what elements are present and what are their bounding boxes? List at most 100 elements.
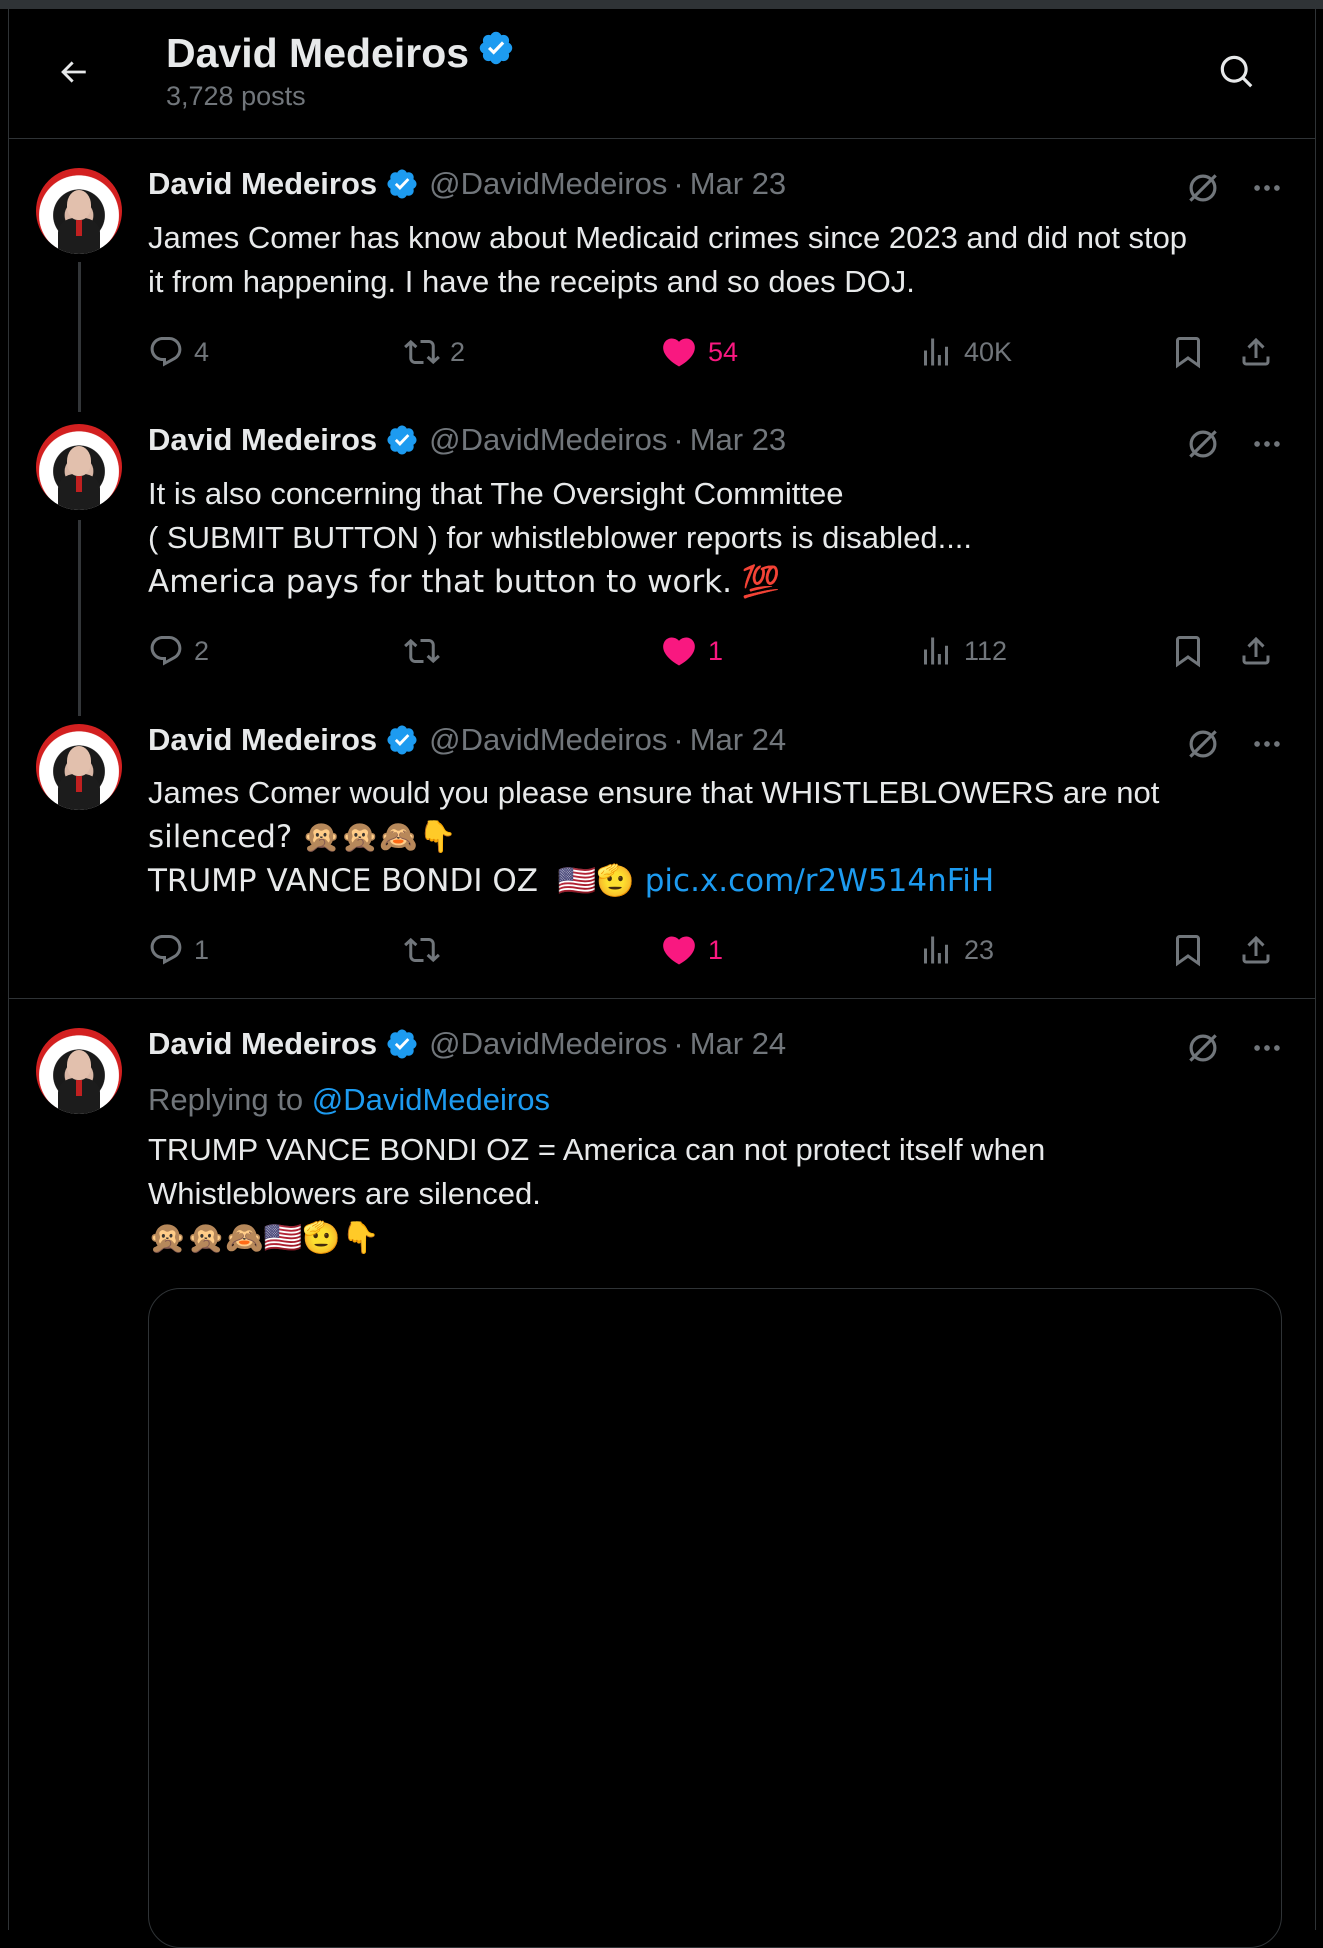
post-count: 3,728 posts: [166, 81, 306, 111]
post-text-line: 🙊🙊🙈🇺🇸🫡👇: [148, 1220, 380, 1256]
view-count: 40K: [964, 336, 1013, 367]
views-button[interactable]: 40K: [918, 330, 1012, 374]
avatar[interactable]: [36, 1028, 122, 1114]
profile-name: David Medeiros: [166, 29, 515, 77]
media-link[interactable]: pic.x.com/r2W514nFiH: [645, 863, 994, 899]
like-count: 1: [708, 635, 724, 666]
grok-button[interactable]: [1181, 166, 1225, 210]
share-button[interactable]: [1238, 629, 1274, 673]
bookmark-icon: [1176, 337, 1200, 369]
author-name[interactable]: David Medeiros: [148, 722, 377, 758]
reply-count: 4: [194, 336, 210, 367]
post-text-line: James Comer would you please ensure that…: [148, 775, 1160, 810]
post-header: David Medeiros @DavidMedeiros · Mar 23: [148, 422, 786, 458]
post-header: David Medeiros @DavidMedeiros · Mar 23: [148, 166, 786, 202]
replying-to-handle[interactable]: @DavidMedeiros: [312, 1082, 550, 1117]
verified-badge-icon: [385, 1027, 419, 1061]
more-options-button[interactable]: [1245, 722, 1289, 766]
share-icon: [1242, 636, 1270, 665]
views-button[interactable]: 112: [918, 629, 1007, 673]
grok-button[interactable]: [1181, 1026, 1225, 1070]
author-name[interactable]: David Medeiros: [148, 422, 377, 458]
arrow-left-icon: [61, 61, 86, 83]
views-button[interactable]: 23: [918, 928, 994, 972]
repost-icon: [404, 339, 440, 365]
post-date[interactable]: Mar 23: [690, 166, 786, 202]
more-options-button[interactable]: [1245, 422, 1289, 466]
grok-icon: [1189, 730, 1217, 758]
like-button[interactable]: 1: [660, 928, 723, 972]
bookmark-button[interactable]: [1170, 928, 1206, 972]
grok-button[interactable]: [1181, 422, 1225, 466]
profile-name-text: David Medeiros: [166, 29, 470, 76]
avatar[interactable]: [36, 724, 122, 810]
replying-to-label: Replying to: [148, 1082, 312, 1117]
reply-icon: [150, 935, 182, 965]
avatar[interactable]: [36, 168, 122, 254]
post-text-line: James Comer has know about Medicaid crim…: [148, 220, 1188, 255]
author-name[interactable]: David Medeiros: [148, 166, 377, 202]
back-button[interactable]: [46, 45, 100, 99]
reply-icon: [150, 337, 182, 367]
author-handle[interactable]: @DavidMedeiros: [429, 722, 667, 758]
like-button[interactable]: 54: [660, 330, 738, 374]
reply-button[interactable]: 2: [148, 629, 209, 673]
more-icon: [1254, 185, 1280, 191]
analytics-icon: [924, 936, 948, 964]
repost-button[interactable]: [404, 629, 450, 673]
thread-connector: [78, 520, 81, 716]
like-count: 54: [708, 336, 739, 367]
post-actions: 1 1 23: [148, 928, 1278, 972]
thread-connector: [78, 262, 81, 412]
repost-button[interactable]: [404, 928, 450, 972]
view-count: 23: [964, 934, 995, 965]
post-date[interactable]: Mar 23: [690, 422, 786, 458]
more-icon: [1254, 741, 1280, 747]
post-text-line: TRUMP VANCE BONDI OZ = America can not p…: [148, 1132, 1046, 1167]
grok-icon: [1189, 174, 1217, 202]
bookmark-button[interactable]: [1170, 330, 1206, 374]
post-actions: 4 2 54 40K: [148, 330, 1278, 374]
analytics-icon: [924, 338, 948, 366]
author-name[interactable]: David Medeiros: [148, 1026, 377, 1062]
separator-dot: ·: [673, 722, 684, 757]
more-options-button[interactable]: [1245, 1026, 1289, 1070]
share-icon: [1242, 935, 1270, 964]
window-top-strip: [0, 0, 1323, 9]
more-icon: [1254, 1045, 1280, 1051]
bookmark-icon: [1176, 636, 1200, 668]
view-count: 112: [964, 635, 1008, 666]
reply-button[interactable]: 1: [148, 928, 209, 972]
more-options-button[interactable]: [1245, 166, 1289, 210]
share-button[interactable]: [1238, 330, 1274, 374]
post-actions: 2 1 112: [148, 629, 1278, 673]
share-button[interactable]: [1238, 928, 1274, 972]
repost-button[interactable]: 2: [404, 330, 465, 374]
bookmark-button[interactable]: [1170, 629, 1206, 673]
grok-button[interactable]: [1181, 722, 1225, 766]
verified-badge-icon: [385, 423, 419, 457]
reply-count: 2: [194, 635, 210, 666]
post-text-line: Whistleblowers are silenced.: [148, 1176, 541, 1211]
search-icon: [1220, 55, 1253, 88]
post-date[interactable]: Mar 24: [690, 1026, 786, 1062]
post-text-line: America pays for that button to work. 💯: [148, 564, 781, 600]
like-count: 1: [708, 934, 724, 965]
author-handle[interactable]: @DavidMedeiros: [429, 1026, 667, 1062]
media-container[interactable]: [148, 1288, 1282, 1948]
post-date[interactable]: Mar 24: [690, 722, 786, 758]
repost-count: 2: [450, 336, 466, 367]
search-button[interactable]: [1210, 45, 1264, 99]
grok-icon: [1189, 430, 1217, 458]
reply-button[interactable]: 4: [148, 330, 209, 374]
author-handle[interactable]: @DavidMedeiros: [429, 422, 667, 458]
bookmark-icon: [1176, 935, 1200, 967]
avatar[interactable]: [36, 424, 122, 510]
post-text-line-with-link: TRUMP VANCE BONDI OZ 🇺🇸🫡 pic.x.com/r2W51…: [148, 859, 1288, 903]
post-text: James Comer has know about Medicaid crim…: [148, 216, 1288, 304]
author-handle[interactable]: @DavidMedeiros: [429, 166, 667, 202]
like-button[interactable]: 1: [660, 629, 723, 673]
post-text: It is also concerning that The Oversight…: [148, 472, 1288, 604]
post-header: David Medeiros @DavidMedeiros · Mar 24: [148, 722, 786, 758]
separator-dot: ·: [673, 166, 684, 201]
